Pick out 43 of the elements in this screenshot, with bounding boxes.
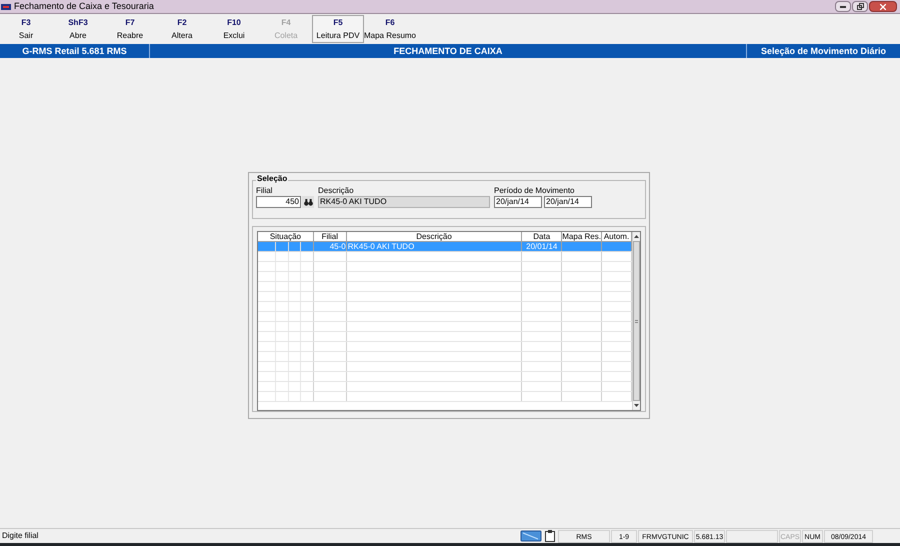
column-header: Data [522, 232, 562, 241]
group-legend: Seleção [256, 175, 288, 183]
clipboard-icon [545, 530, 555, 542]
status-message: Digite filial [1, 530, 40, 542]
minimize-icon [840, 6, 846, 8]
toolbar-button[interactable]: F3 Sair [0, 15, 52, 43]
monitor-icon [520, 530, 542, 542]
description-field[interactable]: RK45-0 AKI TUDO [318, 196, 490, 208]
restore-icon [856, 3, 864, 10]
toolbar-button[interactable]: F2 Altera [156, 15, 208, 43]
column-header: Descrição [346, 232, 522, 241]
toolbar-button[interactable]: F7 Reabre [104, 15, 156, 43]
column-header: Mapa Res. [562, 232, 602, 241]
field-label: Filial [256, 186, 274, 196]
date-to-field[interactable]: 20/jan/14 [544, 196, 592, 208]
restore-button[interactable] [852, 1, 868, 12]
close-icon [880, 4, 886, 10]
vertical-scrollbar[interactable] [632, 232, 640, 410]
up-arrow-icon [634, 235, 639, 238]
filial-field[interactable]: 450 [256, 196, 301, 208]
date-from-field[interactable]: 20/jan/14 [494, 196, 542, 208]
app-icon [1, 4, 11, 10]
field-label: Período de Movimento [494, 186, 576, 196]
screen-title: Seleção de Movimento Diário [760, 45, 888, 58]
search-button[interactable] [302, 196, 314, 208]
toolbar-button[interactable]: F6 Mapa Resumo [364, 15, 416, 43]
module-title: FECHAMENTO DE CAIXA [150, 44, 747, 58]
column-header: Filial [314, 232, 347, 241]
field-label: Descrição [318, 186, 355, 196]
system-name: G-RMS Retail 5.681 RMS [0, 44, 150, 58]
table-cell: 45-0 [314, 242, 347, 251]
toolbar-button[interactable]: F5 Leitura PDV [312, 15, 364, 43]
binoculars-icon [304, 198, 312, 206]
table-cell: 20/01/14 [522, 242, 562, 251]
close-button[interactable] [869, 1, 897, 12]
down-arrow-icon [634, 404, 639, 407]
toolbar-button[interactable]: ShF3 Abre [52, 15, 104, 43]
window-title: Fechamento de Caixa e Tesouraria [14, 2, 154, 11]
toolbar-button[interactable]: F10 Exclui [208, 15, 260, 43]
column-header: Situação [258, 232, 314, 241]
minimize-button[interactable] [835, 1, 851, 12]
scrollbar-thumb[interactable] [633, 241, 640, 401]
table-cell: RK45-0 AKI TUDO [346, 242, 522, 251]
